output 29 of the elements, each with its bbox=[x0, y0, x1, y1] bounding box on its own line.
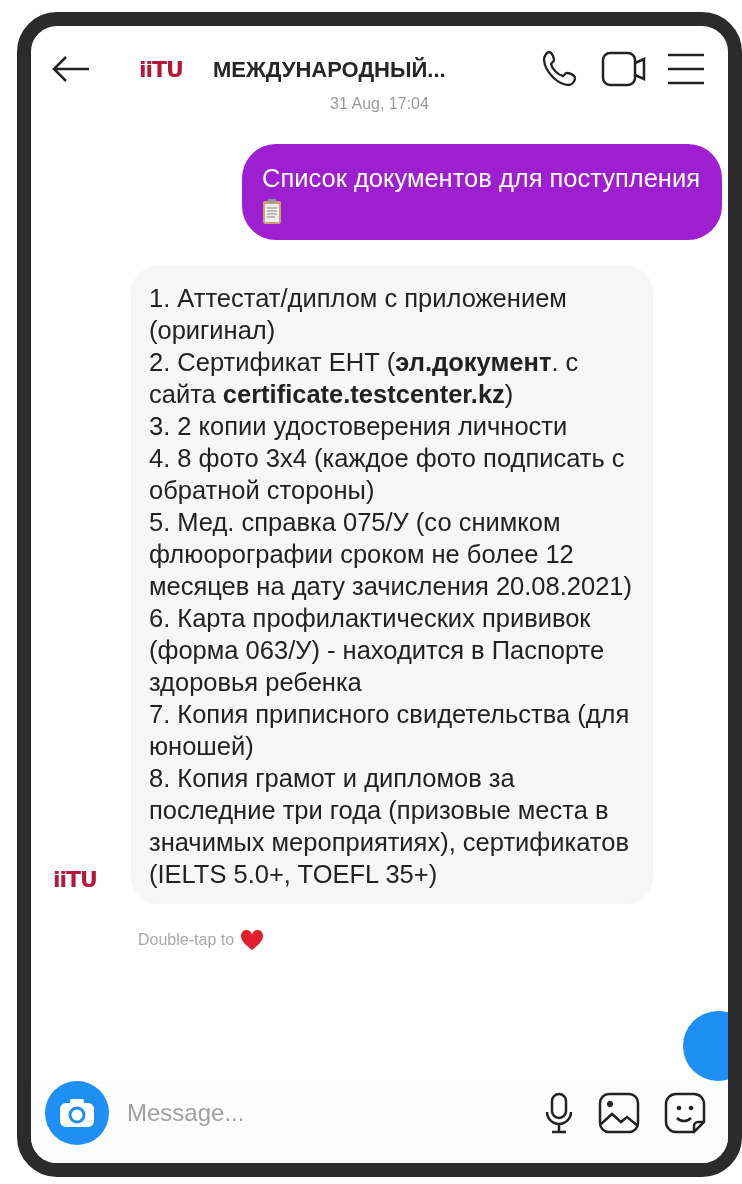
microphone-icon bbox=[544, 1092, 574, 1134]
camera-icon bbox=[59, 1098, 95, 1128]
sticker-icon bbox=[664, 1092, 706, 1134]
message-field[interactable]: Message... bbox=[125, 1094, 528, 1132]
message-line: 7. Копия приписного свидетельства (для юношей) bbox=[148, 699, 631, 762]
back-button[interactable] bbox=[51, 54, 91, 84]
video-camera-icon bbox=[600, 50, 647, 88]
message-line: 5. Мед. справка 075/У (со снимком флюорографии сроком не более 12 месяцев на дату зачисления 20.08.2021) bbox=[148, 507, 633, 602]
timestamp: 31 Aug, 17:04 bbox=[329, 94, 430, 114]
logo-text: iiTU bbox=[139, 55, 183, 84]
avatar-logo: iiTU bbox=[53, 866, 97, 894]
menu-icon bbox=[666, 52, 706, 86]
back-arrow-icon bbox=[51, 54, 91, 84]
sticker-button[interactable] bbox=[664, 1092, 706, 1134]
menu-button[interactable] bbox=[666, 52, 706, 86]
double-tap-hint: Double-tap to bbox=[138, 930, 235, 950]
message-line: 6. Карта профилактических прививок (форма 063/У) - находится в Паспорте здоровья ребенка bbox=[148, 603, 606, 698]
message-line: 3. 2 копии удостоверения личности bbox=[148, 411, 569, 442]
message-line: 4. 8 фото 3х4 (каждое фото подписать с обратной стороны) bbox=[148, 443, 626, 506]
message-line: 8. Копия грамот и дипломов за последние три года (призовые места в значимых мероприятиях), сертификатов (IELTS 5.0+, TOEFL 35+) bbox=[148, 763, 630, 890]
chat-title[interactable]: МЕЖДУНАРОДНЫЙ... bbox=[212, 52, 446, 86]
message-line: 2. Сертификат ЕНТ (эл.документ. с сайта certificate.testcenter.kz) bbox=[148, 347, 580, 410]
microphone-button[interactable] bbox=[544, 1092, 574, 1134]
message-line: 1. Аттестат/диплом с приложением (оригинал) bbox=[148, 283, 568, 346]
image-icon bbox=[598, 1092, 640, 1134]
gallery-button[interactable] bbox=[598, 1092, 640, 1134]
message-text: Список документов для поступления bbox=[262, 163, 700, 194]
video-call-button[interactable] bbox=[600, 50, 647, 88]
heart-icon bbox=[240, 929, 265, 951]
